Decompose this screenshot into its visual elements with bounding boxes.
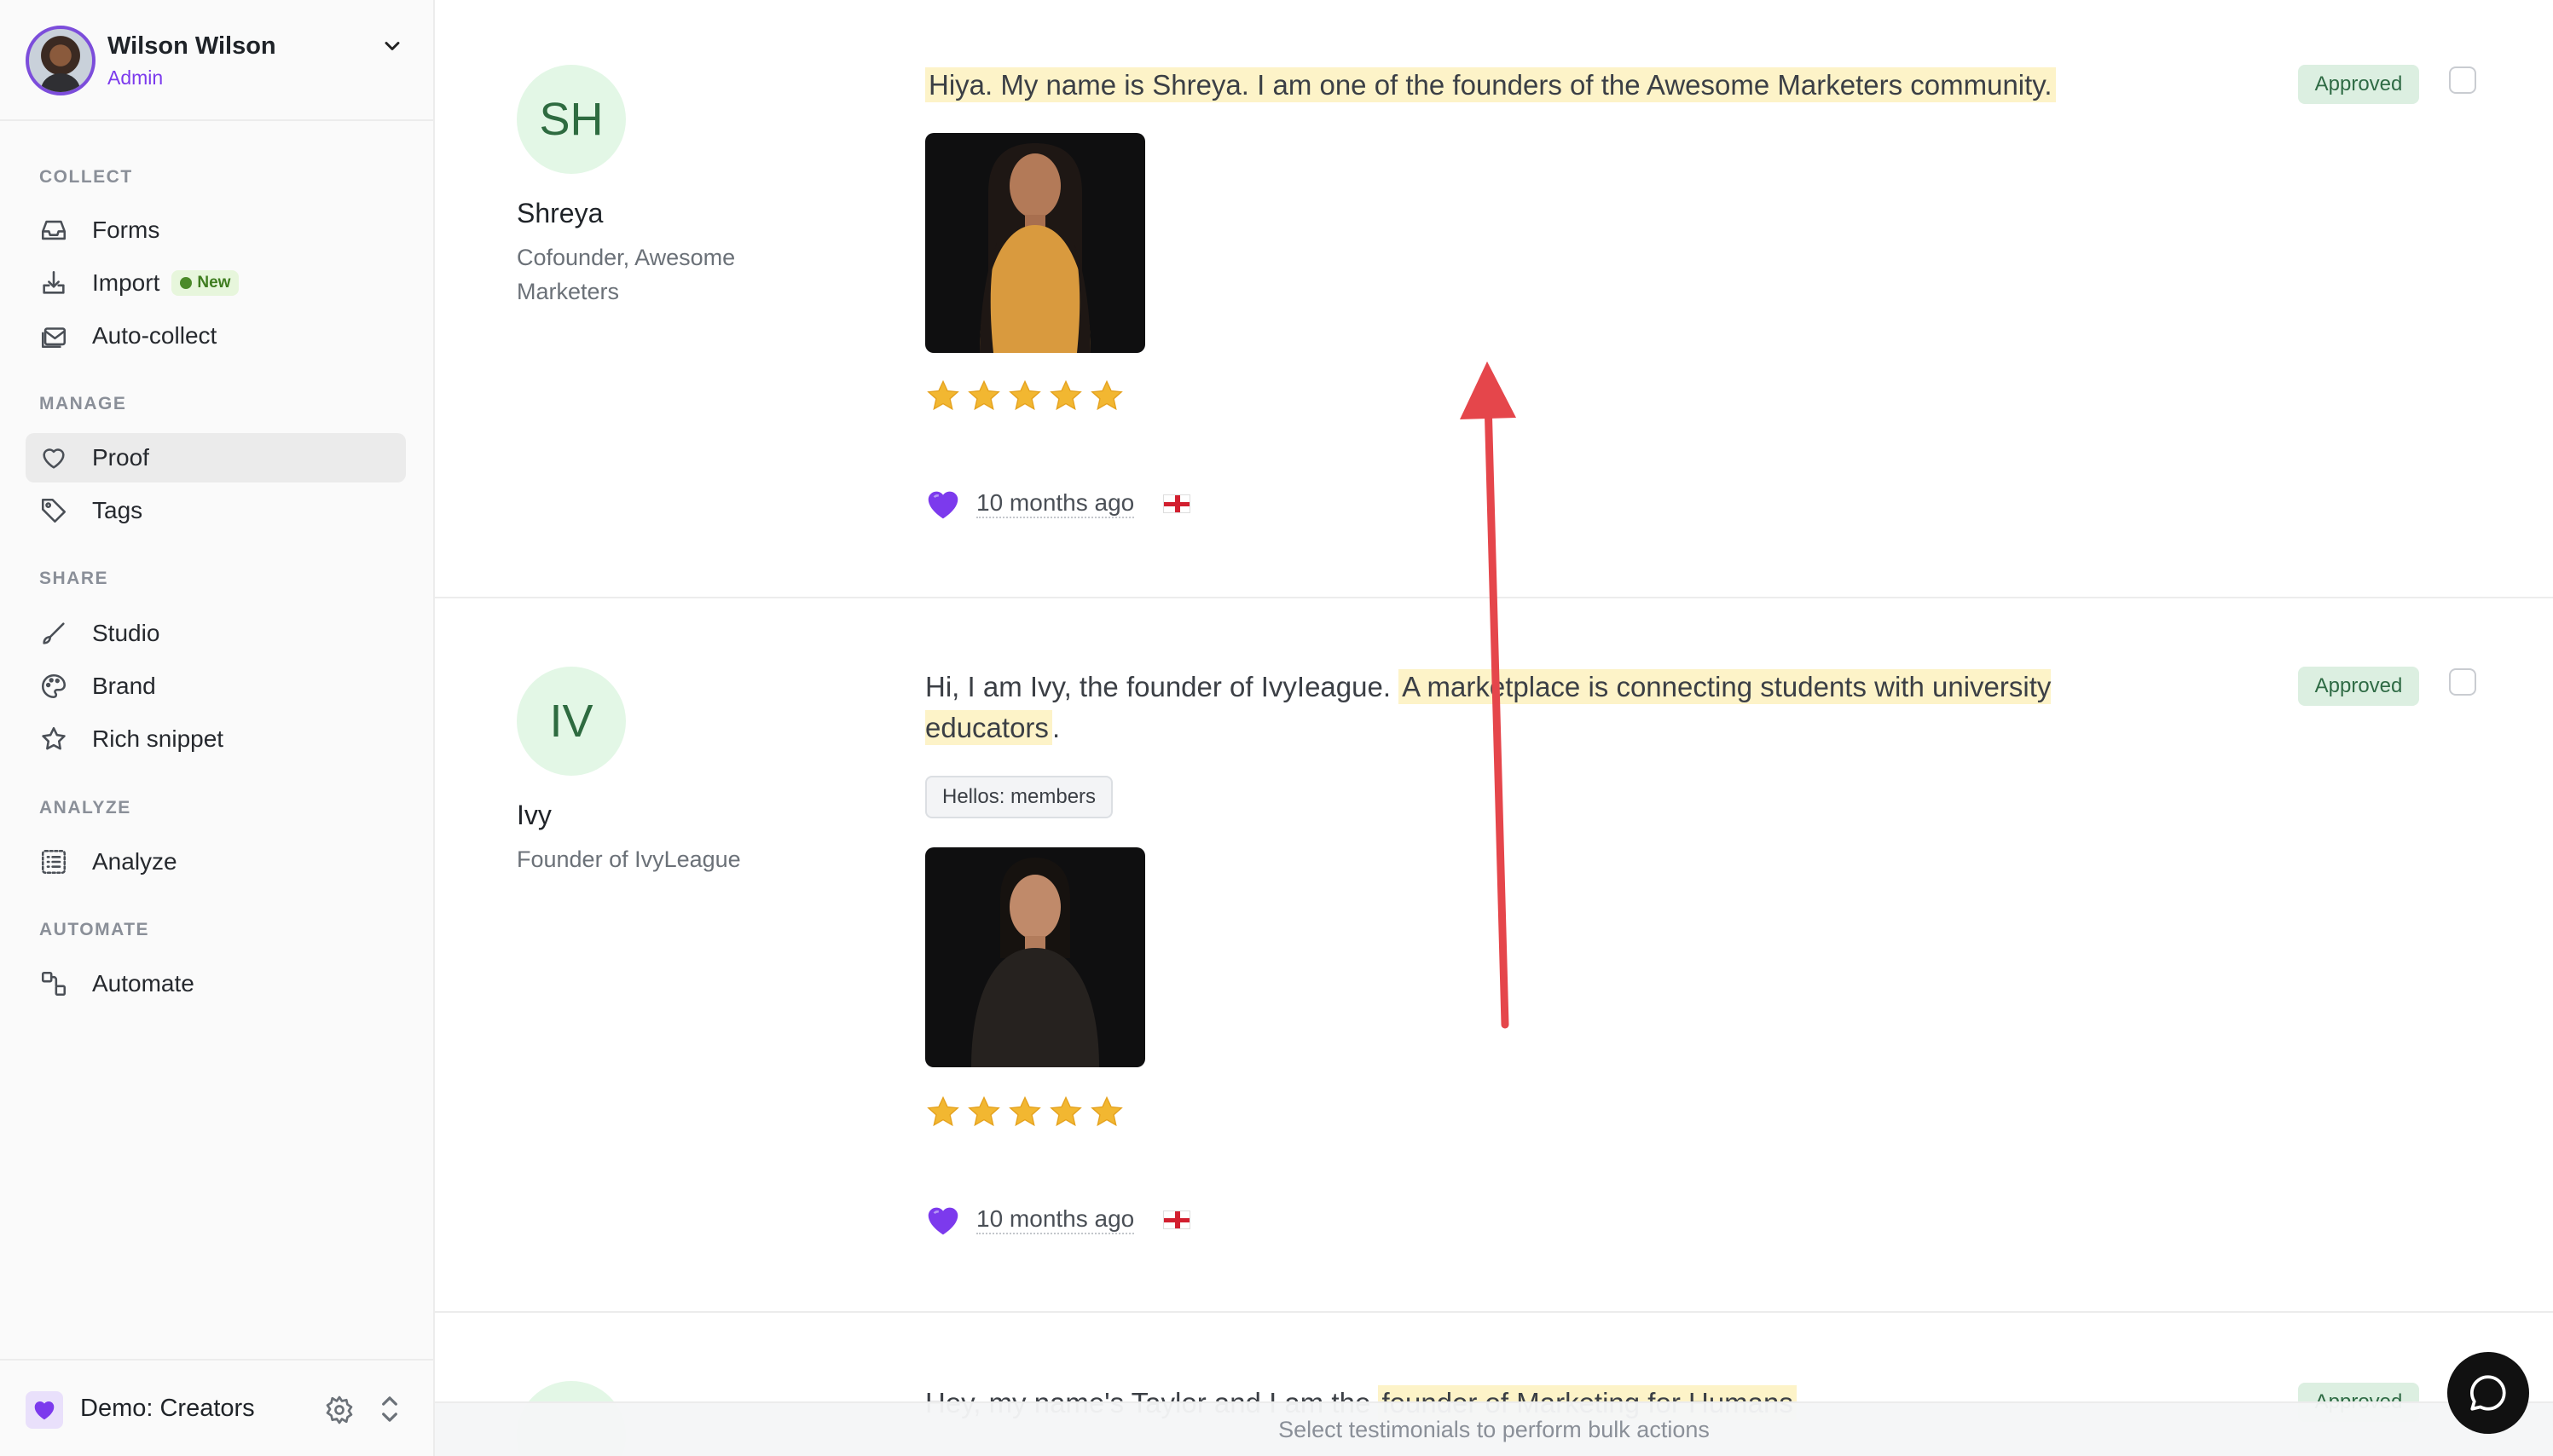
testimonial-meta: 10 months ago bbox=[925, 488, 1191, 520]
star-icon bbox=[968, 379, 1000, 411]
plain-text: Hi, I am Ivy, the founder of IvyIeague. bbox=[925, 671, 1391, 702]
testimonial-card[interactable]: SH Shreya Cofounder, Awesome Marketers H… bbox=[435, 0, 2553, 598]
star-icon bbox=[1050, 379, 1082, 411]
sidebar-item-import[interactable]: Import New bbox=[26, 258, 406, 308]
sidebar-item-studio[interactable]: Studio bbox=[26, 609, 406, 658]
list-icon bbox=[39, 847, 68, 876]
heart-icon bbox=[26, 1391, 63, 1429]
chat-button[interactable] bbox=[2447, 1352, 2529, 1434]
heart-icon bbox=[39, 443, 68, 472]
initials-avatar: SH bbox=[517, 65, 626, 174]
app: Wilson Wilson Admin COLLECT Forms Import… bbox=[0, 0, 2553, 1456]
sidebar-item-label: Auto-collect bbox=[92, 322, 217, 349]
highlighted-text: Hiya. My name is Shreya. I am one of the… bbox=[925, 67, 2056, 102]
heart-icon bbox=[928, 1207, 958, 1235]
testimonial-card[interactable]: IV Ivy Founder of IvyLeague Hi, I am Ivy… bbox=[435, 600, 2553, 1313]
england-flag-icon bbox=[1163, 494, 1191, 513]
user-name: Wilson Wilson bbox=[107, 32, 276, 60]
user-switcher[interactable]: Wilson Wilson Admin bbox=[0, 0, 433, 121]
section-title-manage: MANAGE bbox=[39, 394, 127, 413]
workspace-switcher[interactable]: Demo: Creators bbox=[0, 1359, 433, 1456]
sidebar-item-label: Forms bbox=[92, 217, 160, 243]
section-title-automate: AUTOMATE bbox=[39, 920, 150, 939]
star-rating bbox=[925, 1095, 1125, 1130]
text-end: . bbox=[1051, 712, 1061, 743]
status-badge[interactable]: Approved bbox=[2298, 65, 2419, 104]
sidebar-item-label: Proof bbox=[92, 444, 149, 471]
star-icon bbox=[1050, 1095, 1082, 1127]
sidebar-item-label: Automate bbox=[92, 970, 194, 997]
sidebar-item-auto-collect[interactable]: Auto-collect bbox=[26, 311, 406, 361]
testimonial-list: SH Shreya Cofounder, Awesome Marketers H… bbox=[435, 0, 2553, 1456]
sidebar-item-proof[interactable]: Proof bbox=[26, 433, 406, 482]
testimonial-text: Hiya. My name is Shreya. I am one of the… bbox=[925, 65, 2085, 106]
initials-avatar: IV bbox=[517, 667, 626, 776]
user-role: Admin bbox=[107, 66, 164, 89]
new-badge: New bbox=[171, 270, 240, 296]
sidebar-item-label: Analyze bbox=[92, 848, 177, 875]
sidebar-item-analyze[interactable]: Analyze bbox=[26, 837, 406, 887]
sidebar-item-rich-snippet[interactable]: Rich snippet bbox=[26, 714, 406, 764]
select-checkbox[interactable] bbox=[2449, 66, 2476, 94]
section-title-collect: COLLECT bbox=[39, 167, 133, 187]
timestamp: 10 months ago bbox=[976, 489, 1135, 518]
flow-icon bbox=[39, 969, 68, 998]
testimonial-meta: 10 months ago bbox=[925, 1204, 1191, 1236]
star-icon bbox=[1091, 379, 1123, 411]
sidebar-item-label: Studio bbox=[92, 620, 160, 646]
person-title: Founder of IvyLeague bbox=[517, 846, 741, 872]
tag-chip[interactable]: Hellos: members bbox=[925, 776, 1114, 818]
england-flag-icon bbox=[1163, 1210, 1191, 1229]
bulk-actions-bar: Select testimonials to perform bulk acti… bbox=[435, 1401, 2553, 1456]
heart-icon bbox=[928, 491, 958, 519]
person-name: Ivy bbox=[517, 800, 552, 830]
sidebar-item-label: Tags bbox=[92, 497, 143, 523]
mail-stack-icon bbox=[39, 321, 68, 350]
sidebar-item-label: Import bbox=[92, 269, 160, 296]
select-checkbox[interactable] bbox=[2449, 668, 2476, 696]
chevron-down-icon[interactable] bbox=[380, 34, 404, 58]
section-title-share: SHARE bbox=[39, 569, 109, 588]
sidebar-item-label: Brand bbox=[92, 673, 156, 699]
palette-icon bbox=[39, 672, 68, 701]
import-icon bbox=[39, 269, 68, 298]
status-badge[interactable]: Approved bbox=[2298, 667, 2419, 706]
inbox-icon bbox=[39, 216, 68, 245]
star-icon bbox=[39, 725, 68, 754]
timestamp: 10 months ago bbox=[976, 1205, 1135, 1234]
gear-icon[interactable] bbox=[324, 1395, 355, 1425]
sidebar-item-tags[interactable]: Tags bbox=[26, 486, 406, 535]
star-icon bbox=[1009, 379, 1041, 411]
brush-icon bbox=[39, 619, 68, 648]
star-rating bbox=[925, 378, 1125, 414]
sidebar: Wilson Wilson Admin COLLECT Forms Import… bbox=[0, 0, 435, 1456]
new-badge-label: New bbox=[197, 274, 231, 292]
sidebar-item-forms[interactable]: Forms bbox=[26, 205, 406, 255]
bulk-actions-text: Select testimonials to perform bulk acti… bbox=[1278, 1416, 1710, 1442]
person-title: Cofounder, Awesome Marketers bbox=[517, 245, 736, 304]
star-icon bbox=[1091, 1095, 1123, 1127]
person-name: Shreya bbox=[517, 198, 604, 228]
video-thumbnail[interactable] bbox=[925, 847, 1145, 1067]
star-icon bbox=[1009, 1095, 1041, 1127]
chat-bubble-icon bbox=[2469, 1375, 2506, 1411]
star-icon bbox=[927, 379, 959, 411]
tag-icon bbox=[39, 496, 68, 525]
sidebar-item-brand[interactable]: Brand bbox=[26, 662, 406, 711]
section-title-analyze: ANALYZE bbox=[39, 798, 131, 818]
sidebar-item-label: Rich snippet bbox=[92, 725, 224, 752]
testimonial-text: Hi, I am Ivy, the founder of IvyIeague. … bbox=[925, 667, 2085, 748]
sidebar-item-automate[interactable]: Automate bbox=[26, 959, 406, 1008]
avatar bbox=[26, 26, 96, 95]
chevron-up-down-icon[interactable] bbox=[377, 1393, 402, 1425]
star-icon bbox=[927, 1095, 959, 1127]
star-icon bbox=[968, 1095, 1000, 1127]
workspace-name: Demo: Creators bbox=[80, 1395, 255, 1422]
video-thumbnail[interactable] bbox=[925, 133, 1145, 353]
